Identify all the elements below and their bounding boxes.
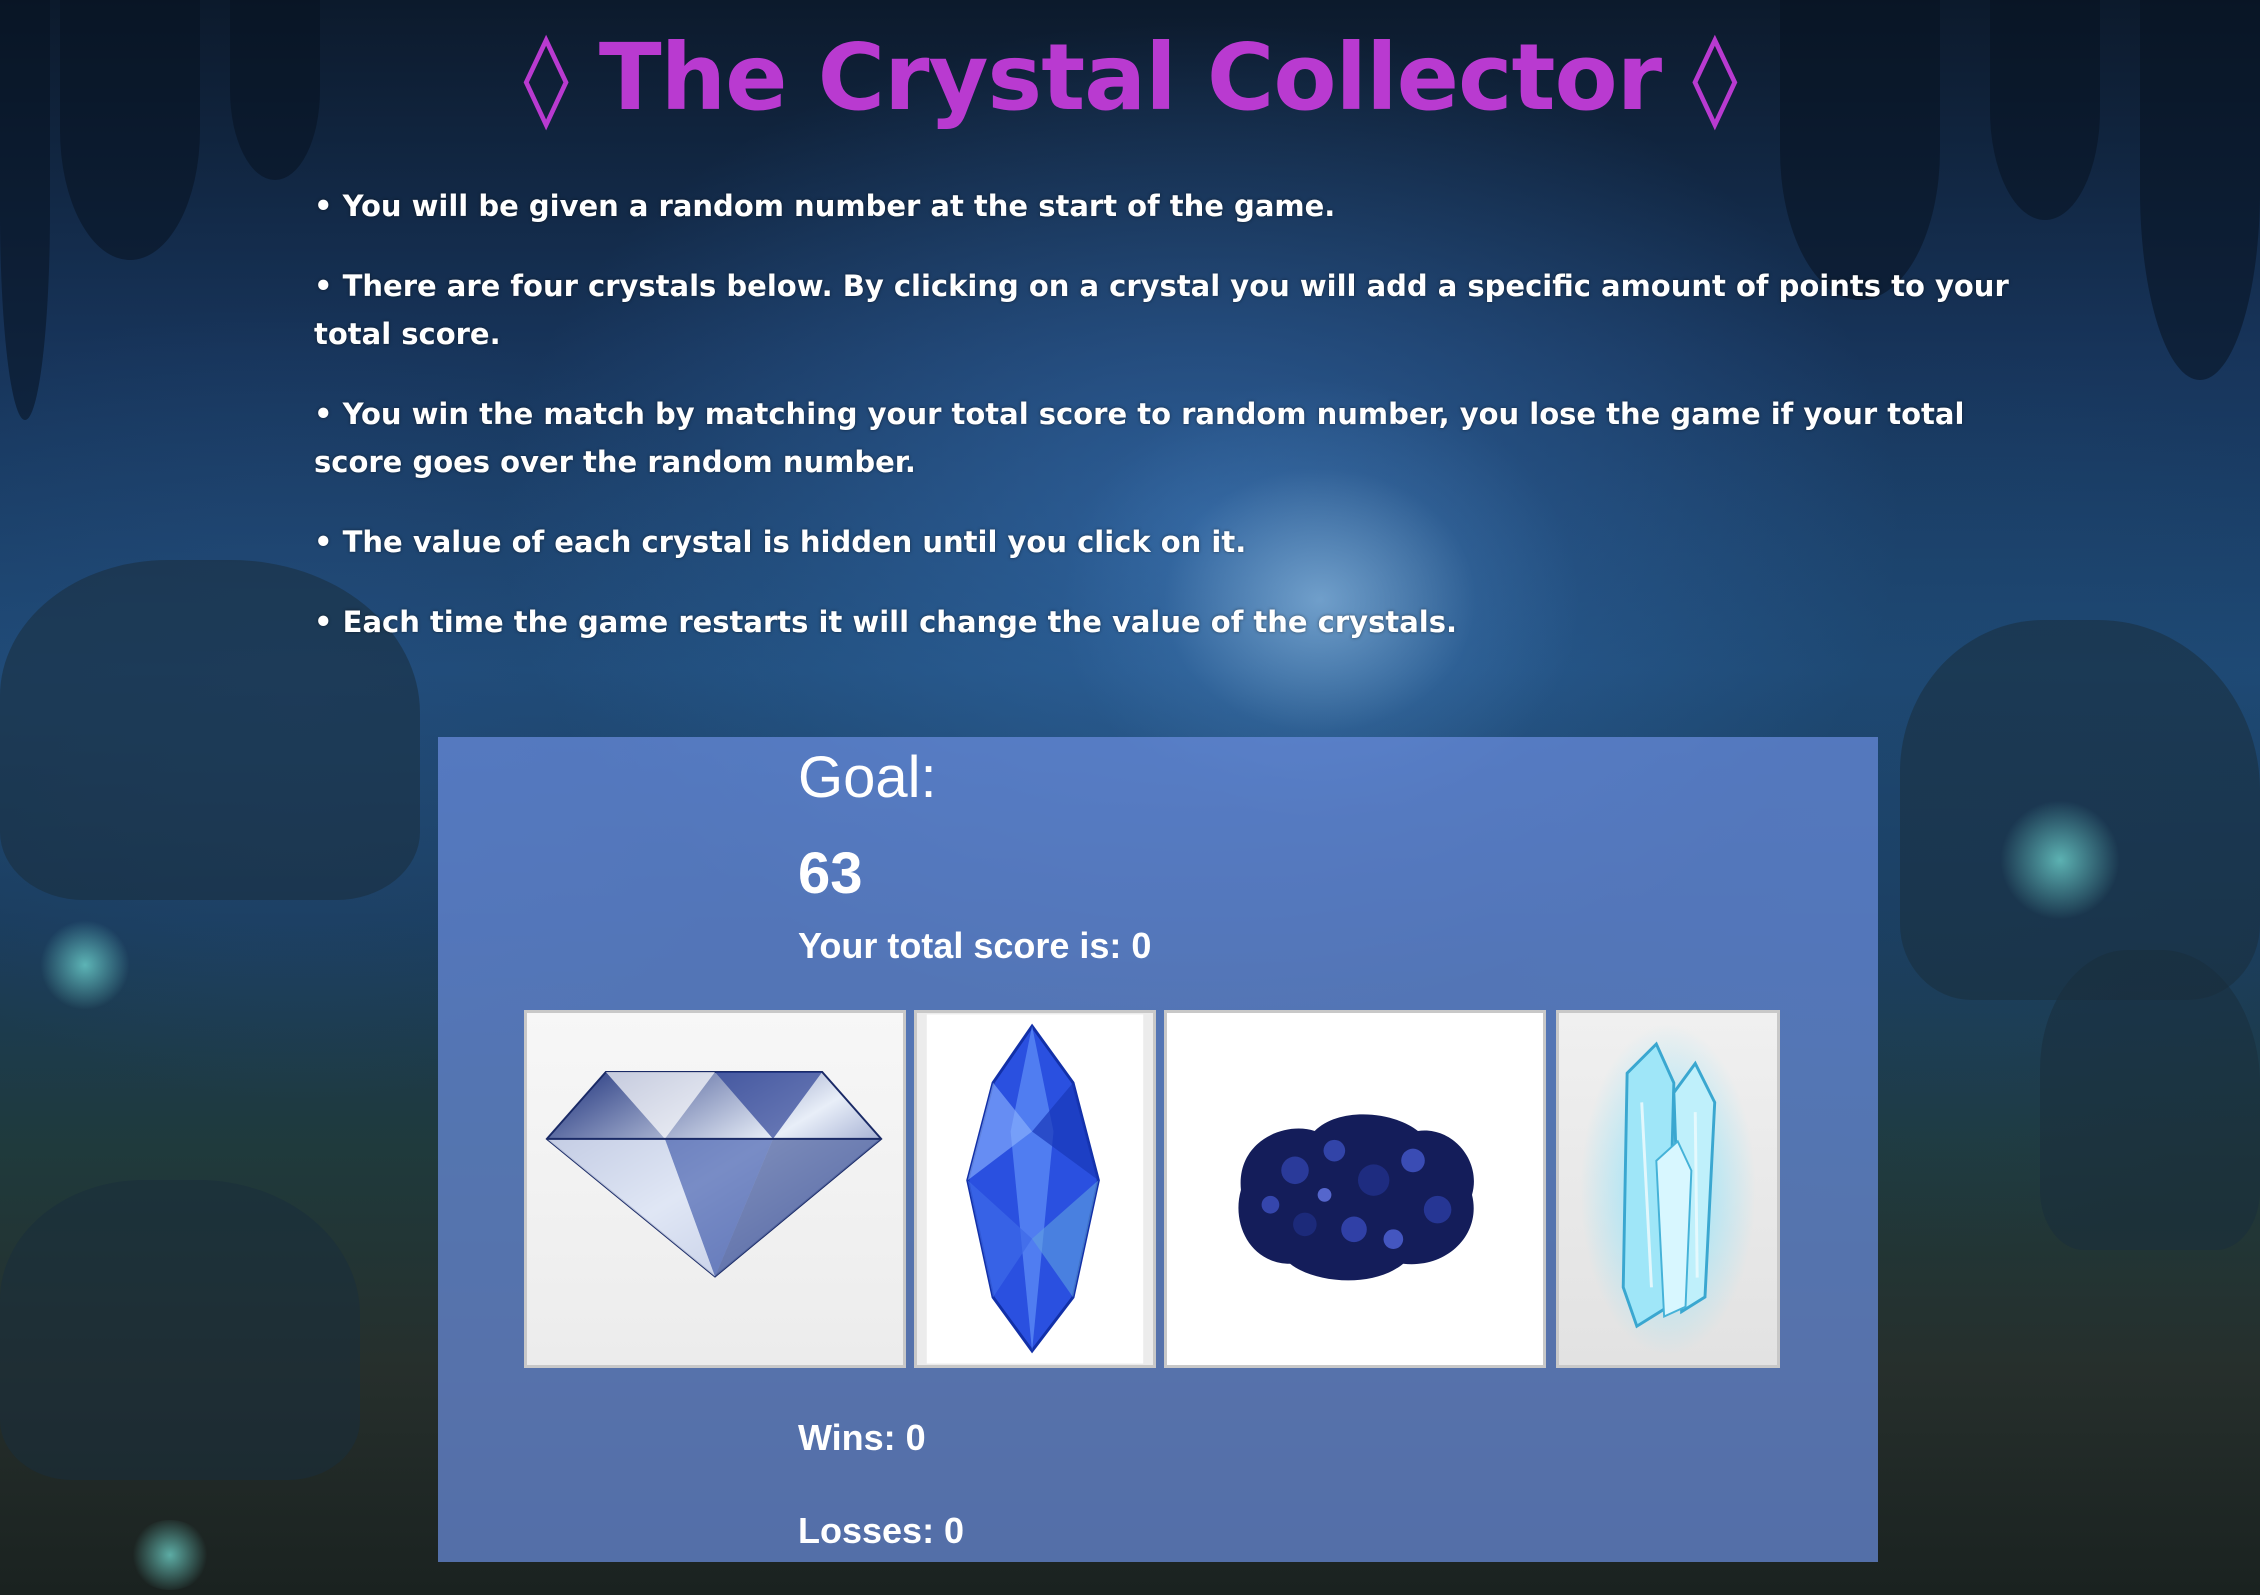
instruction-item: • The value of each crystal is hidden un… (314, 525, 1247, 559)
instruction-item: • Each time the game restarts it will ch… (314, 605, 1457, 639)
rock (2040, 950, 2260, 1250)
crystal-glow (40, 920, 130, 1010)
blue-crystal-icon (926, 1014, 1144, 1364)
crystal-button-4[interactable] (1556, 1010, 1780, 1368)
page-title: ◊ The Crystal Collector ◊ (523, 24, 1737, 131)
goal-value: 63 (798, 841, 863, 906)
losses-counter: Losses: 0 (798, 1510, 965, 1551)
crystal-button-1[interactable] (524, 1010, 906, 1368)
rock (0, 1180, 360, 1480)
instruction-item: • You will be given a random number at t… (314, 189, 1336, 223)
total-score: Your total score is: 0 (798, 925, 1152, 966)
crystal-glow (2000, 800, 2120, 920)
goal-label: Goal: (798, 745, 937, 810)
crystal-button-2[interactable] (914, 1010, 1156, 1368)
crystal-glow (130, 1520, 210, 1590)
instructions: • You will be given a random number at t… (314, 182, 2014, 678)
azurite-rock-icon (1238, 1114, 1474, 1281)
ice-crystal-icon (1580, 1024, 1756, 1356)
instruction-item: • There are four crystals below. By clic… (314, 269, 2009, 351)
diamond-icon (545, 1071, 883, 1278)
wins-counter: Wins: 0 (798, 1417, 926, 1458)
crystal-button-3[interactable] (1164, 1010, 1546, 1368)
instruction-item: • You win the match by matching your tot… (314, 397, 1965, 479)
